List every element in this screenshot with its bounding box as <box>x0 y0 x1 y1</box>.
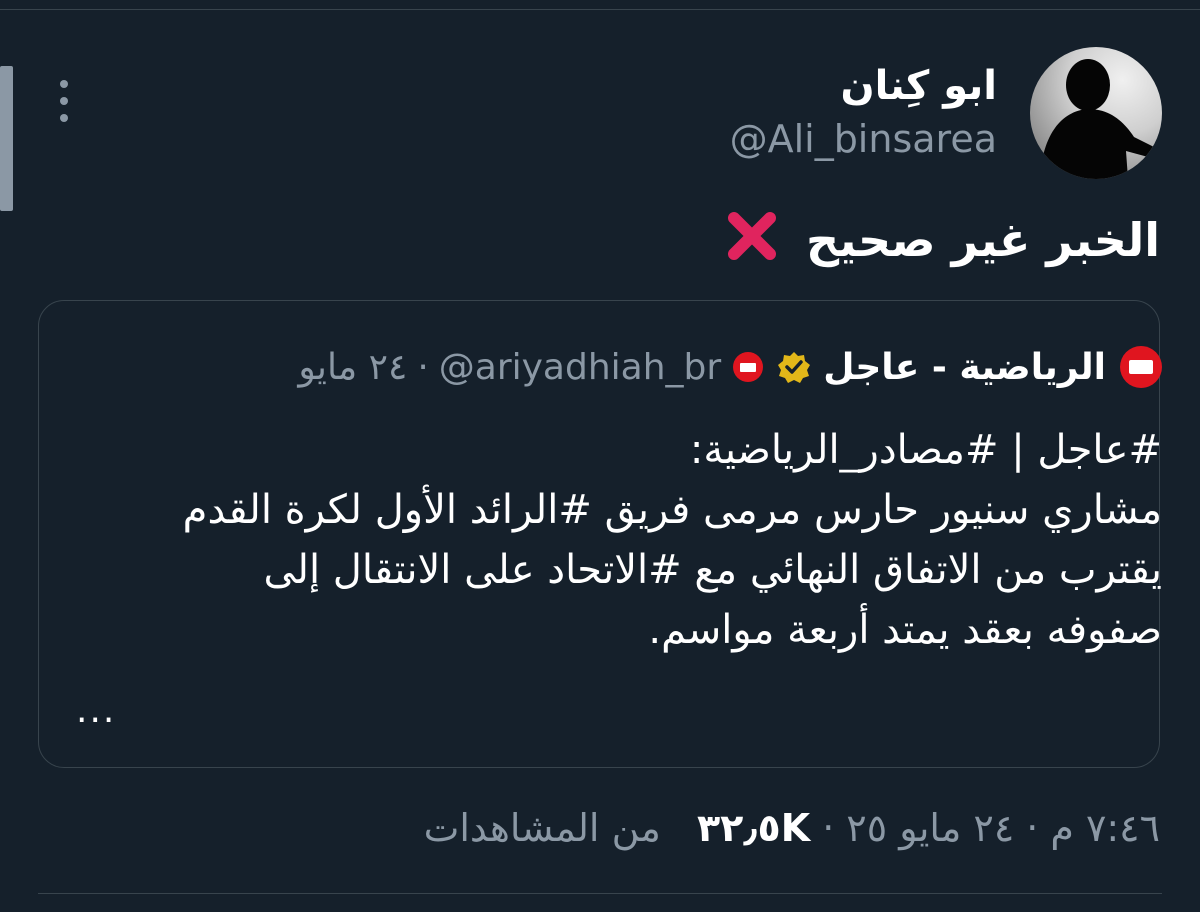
tweet-text: الخبر غير صحيح <box>724 208 1160 272</box>
verified-gold-badge-icon <box>778 352 811 383</box>
quoted-tweet-header: الرياضية - عاجل @ariyadhiah_br · ٢٤ مايو <box>298 340 1162 394</box>
quoted-body-line: يقترب من الاتفاق النهائي مع #الاتحاد على… <box>263 547 1162 593</box>
top-divider <box>0 9 1200 10</box>
tweet-time[interactable]: ٧:٤٦ م <box>1050 806 1160 850</box>
author-display-name[interactable]: ابو كِنان <box>841 60 997 112</box>
quoted-account-logo[interactable] <box>1120 346 1162 388</box>
author-handle[interactable]: @Ali_binsarea <box>730 116 997 162</box>
quoted-tweet-date[interactable]: ٢٤ مايو <box>298 347 407 388</box>
header-separator: · <box>417 346 429 388</box>
quoted-account-handle[interactable]: @ariyadhiah_br <box>439 347 721 388</box>
quoted-body-line: صفوفه بعقد يمتد أربعة مواسم. <box>648 607 1162 653</box>
quoted-tweet-body: #عاجل | #مصادر_الرياضية: مشاري سنيور حار… <box>92 420 1162 660</box>
tweet-date[interactable]: ٢٤ مايو ٢٥ <box>846 806 1014 850</box>
meta-separator: · <box>822 806 835 850</box>
views-count[interactable]: ٣٢٫٥K <box>697 806 810 850</box>
quoted-account-name[interactable]: الرياضية - عاجل <box>823 347 1106 388</box>
bottom-divider <box>38 893 1162 894</box>
avatar-silhouette-icon <box>1040 59 1154 179</box>
affiliate-badge-icon <box>733 352 764 382</box>
views-label: من المشاهدات <box>423 806 661 850</box>
quoted-show-more-ellipsis[interactable]: ... <box>76 690 116 731</box>
tweet-text-content: الخبر غير صحيح <box>806 213 1160 267</box>
author-avatar[interactable] <box>1030 47 1162 179</box>
more-options-button[interactable] <box>52 80 76 122</box>
quoted-body-line: #عاجل | #مصادر_الرياضية: <box>689 427 1162 473</box>
meta-separator: · <box>1026 806 1039 850</box>
more-dots-icon <box>60 80 68 88</box>
cross-mark-icon <box>728 212 777 260</box>
tweet-meta: ٧:٤٦ م · ٢٤ مايو ٢٥ · ٣٢٫٥K من المشاهدات <box>424 798 1160 858</box>
quoted-body-line: مشاري سنيور حارس مرمى فريق #الرائد الأول… <box>182 487 1162 533</box>
scrollbar-thumb[interactable] <box>0 66 13 211</box>
